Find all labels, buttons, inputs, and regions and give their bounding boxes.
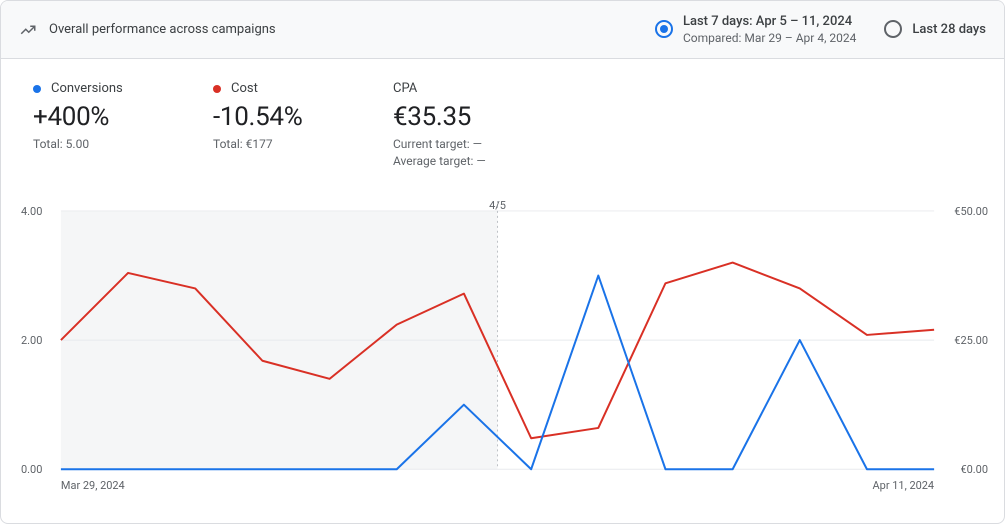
metric-value: -10.54% [213, 102, 353, 132]
range-option-last28[interactable]: Last 28 days [884, 20, 986, 38]
y-right-tick: €50.00 [954, 205, 988, 218]
metrics-row: Conversions +400% Total: 5.00 Cost -10.5… [1, 59, 1004, 177]
range-main-label: Last 28 days [912, 21, 986, 39]
metric-title-row: Cost [213, 81, 353, 96]
range-text: Last 7 days: Apr 5 – 11, 2024 Compared: … [683, 13, 856, 47]
line-chart: 4/5 4.00 2.00 0.00 €50.00 €25.00 €0.00 M… [21, 201, 988, 509]
metric-subtext: Total: 5.00 [33, 136, 173, 153]
x-end-label: Apr 11, 2024 [873, 479, 935, 492]
metric-subtext: Current target: — Average target: — [393, 136, 533, 171]
y-right-tick: €25.00 [954, 334, 988, 347]
range-main-label: Last 7 days: Apr 5 – 11, 2024 [683, 13, 856, 31]
series-dot-icon [33, 85, 41, 93]
radio-icon [655, 20, 673, 38]
metric-value: €35.35 [393, 102, 533, 132]
range-sub-label: Compared: Mar 29 – Apr 4, 2024 [683, 30, 856, 46]
card-header: Overall performance across campaigns Las… [1, 1, 1004, 59]
metric-value: +400% [33, 102, 173, 132]
y-left-tick: 2.00 [21, 334, 42, 347]
metric-title-row: CPA [393, 81, 533, 96]
y-right-tick: €0.00 [960, 463, 988, 476]
metric-title: Conversions [51, 81, 123, 96]
range-option-last7[interactable]: Last 7 days: Apr 5 – 11, 2024 Compared: … [655, 13, 856, 47]
y-left-tick: 4.00 [21, 205, 42, 218]
performance-card: Overall performance across campaigns Las… [0, 0, 1005, 524]
metric-title: CPA [393, 81, 417, 96]
metric-subtext: Total: €177 [213, 136, 353, 153]
header-title: Overall performance across campaigns [49, 22, 276, 37]
trend-icon [19, 21, 37, 39]
metric-title-row: Conversions [33, 81, 173, 96]
series-dot-icon [213, 85, 221, 93]
date-range-picker: Last 7 days: Apr 5 – 11, 2024 Compared: … [655, 13, 986, 47]
divider-label: 4/5 [489, 201, 506, 212]
metric-sub-line: Current target: — [393, 137, 482, 151]
metric-conversions[interactable]: Conversions +400% Total: 5.00 [33, 81, 173, 171]
header-left: Overall performance across campaigns [19, 21, 276, 39]
x-start-label: Mar 29, 2024 [61, 479, 125, 492]
metric-sub-line: Average target: — [393, 154, 486, 168]
metric-cost[interactable]: Cost -10.54% Total: €177 [213, 81, 353, 171]
range-text: Last 28 days [912, 21, 986, 39]
radio-icon [884, 20, 902, 38]
metric-title: Cost [231, 81, 258, 96]
metric-cpa[interactable]: CPA €35.35 Current target: — Average tar… [393, 81, 533, 171]
chart-area[interactable]: 4/5 4.00 2.00 0.00 €50.00 €25.00 €0.00 M… [21, 201, 988, 509]
y-left-tick: 0.00 [21, 463, 42, 476]
